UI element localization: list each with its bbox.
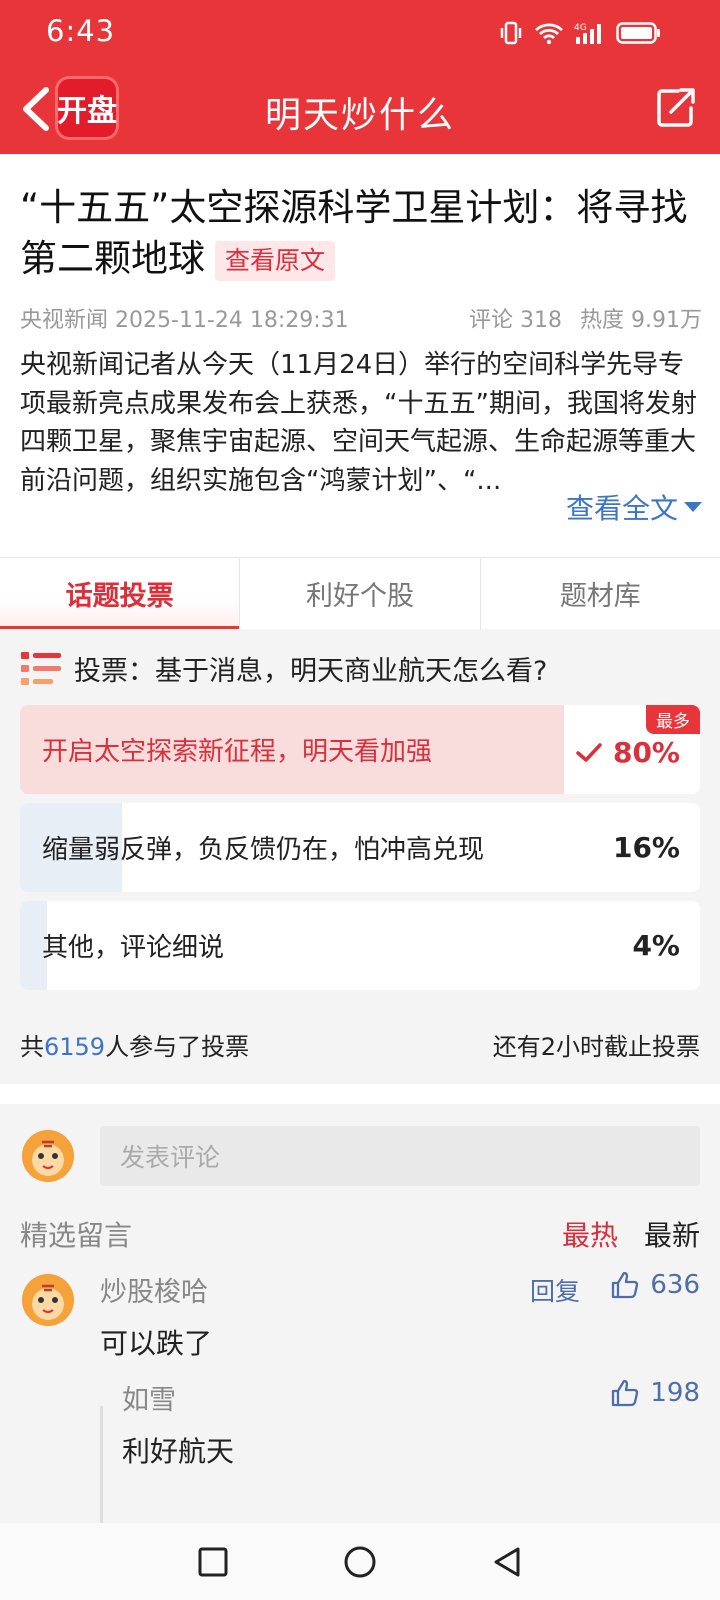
- status-bar: 6:43 4G: [0, 0, 720, 64]
- recent-apps-icon[interactable]: [196, 1545, 230, 1579]
- like-button[interactable]: 198: [610, 1378, 700, 1408]
- vote-percent-1: 80%: [612, 736, 680, 769]
- thumbs-up-icon: [612, 1271, 639, 1299]
- vote-option-label: 其他，评论细说: [42, 933, 225, 963]
- reply-button[interactable]: 回复: [530, 1272, 580, 1308]
- share-icon[interactable]: [656, 86, 696, 128]
- vote-option-percent: 16%: [613, 803, 680, 892]
- tab-favorable-stocks[interactable]: 利好个股: [240, 558, 481, 629]
- read-more-link[interactable]: 查看全文: [566, 487, 702, 527]
- vote-question-text: 投票：基于消息，明天商业航天怎么看?: [74, 656, 548, 687]
- list-icon: [21, 651, 61, 685]
- comment-input[interactable]: 发表评论: [100, 1126, 700, 1186]
- status-time: 6:43: [46, 14, 116, 48]
- sort-options: 最热 最新: [536, 1214, 700, 1254]
- article-datetime: 2025-11-24 18:29:31: [115, 308, 349, 333]
- vote-option-label: 开启太空探索新征程，明天看加强: [42, 737, 433, 767]
- title-bar: 开盘 明天炒什么: [0, 64, 720, 154]
- like-button[interactable]: 636: [610, 1270, 700, 1300]
- article-headline: “十五五”太空探源科学卫星计划：将寻找第二颗地球 查看原文: [20, 182, 702, 284]
- vibrate-icon: [500, 21, 522, 45]
- tab-theme-library[interactable]: 题材库: [480, 558, 720, 629]
- page-title: 明天炒什么: [264, 95, 455, 136]
- tiger-avatar-icon: [22, 1130, 74, 1182]
- comments-section: 发表评论 精选留言 最热 最新 炒股梭哈 可以跌了 回复 636 如雪 利好航天 …: [0, 1104, 720, 1524]
- article-meta: 央视新闻 2025-11-24 18:29:31 评论 318 热度 9.91万: [20, 302, 702, 334]
- participants-count: 6159: [44, 1033, 106, 1061]
- article: “十五五”太空探源科学卫星计划：将寻找第二颗地球 查看原文 央视新闻 2025-1…: [20, 154, 702, 536]
- comment-count: 评论 318: [469, 308, 563, 333]
- svg-text:4G: 4G: [574, 23, 587, 33]
- participants-suffix: 人参与了投票: [105, 1033, 250, 1061]
- vote-footer: 共6159人参与了投票 还有2小时截止投票: [20, 1027, 700, 1062]
- home-icon[interactable]: [342, 1544, 378, 1580]
- vote-percent-3: 4%: [632, 929, 680, 962]
- comment-username[interactable]: 炒股梭哈: [100, 1270, 208, 1309]
- vote-deadline: 还有2小时截止投票: [492, 1033, 700, 1061]
- tiger-avatar-icon: [22, 1274, 74, 1326]
- vote-option-1[interactable]: 开启太空探索新征程，明天看加强 80% 最多: [20, 705, 700, 794]
- status-icons: 4G: [498, 20, 662, 46]
- app-header: 6:43 4G 开盘 明天炒什么: [0, 0, 720, 154]
- reply-username[interactable]: 如雪: [122, 1378, 176, 1417]
- featured-header: 精选留言 最热 最新: [20, 1214, 700, 1254]
- vote-option-label: 缩量弱反弹，负反馈仍在，怕冲高兑现: [42, 835, 485, 865]
- tab-bar: 话题投票 利好个股 题材库: [0, 557, 720, 629]
- thumbs-up-icon: [612, 1379, 639, 1407]
- headline-text: “十五五”太空探源科学卫星计划：将寻找第二颗地球: [20, 186, 688, 280]
- vote-option-2[interactable]: 缩量弱反弹，负反馈仍在，怕冲高兑现 16%: [20, 803, 700, 892]
- featured-title: 精选留言: [20, 1219, 133, 1252]
- wifi-icon: [535, 23, 563, 45]
- signal-4g-icon: 4G: [574, 23, 601, 44]
- heat-value: 热度 9.91万: [580, 308, 702, 333]
- participants-prefix: 共: [20, 1033, 44, 1061]
- most-badge: 最多: [646, 705, 700, 734]
- vote-question: 投票：基于消息，明天商业航天怎么看?: [20, 649, 547, 688]
- view-original-button[interactable]: 查看原文: [215, 240, 336, 281]
- like-count: 636: [650, 1270, 700, 1300]
- vote-option-percent: 4%: [632, 901, 680, 990]
- reply-text: 利好航天: [122, 1435, 235, 1468]
- vote-option-3[interactable]: 其他，评论细说 4%: [20, 901, 700, 990]
- system-nav-bar: [0, 1523, 720, 1600]
- avatar: [22, 1130, 74, 1182]
- battery-icon: [616, 22, 660, 44]
- sort-hot-button[interactable]: 最热: [562, 1219, 618, 1252]
- tab-topic-vote[interactable]: 话题投票: [0, 558, 241, 629]
- article-source: 央视新闻: [20, 308, 109, 333]
- avatar: [22, 1274, 74, 1326]
- vote-percent-2: 16%: [612, 831, 680, 864]
- sort-new-button[interactable]: 最新: [644, 1219, 700, 1252]
- chevron-down-icon: [684, 502, 702, 512]
- like-count: 198: [650, 1378, 700, 1408]
- read-more-label: 查看全文: [565, 492, 678, 525]
- comment-text: 可以跌了: [100, 1327, 213, 1360]
- vote-panel: 投票：基于消息，明天商业航天怎么看? 开启太空探索新征程，明天看加强 80% 最…: [0, 629, 720, 1084]
- vote-participants: 共6159人参与了投票: [20, 1027, 249, 1062]
- check-icon: [576, 742, 602, 762]
- reply-divider: [100, 1406, 103, 1524]
- back-icon[interactable]: [490, 1545, 524, 1579]
